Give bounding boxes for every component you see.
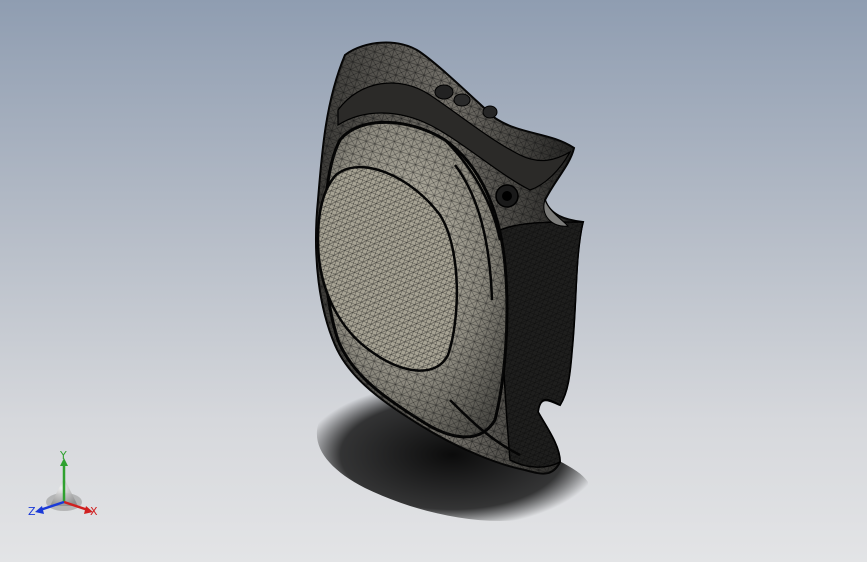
graphics-viewport[interactable]: Y X Z [0, 0, 867, 562]
model-scene[interactable] [0, 0, 867, 562]
knob-1 [434, 84, 454, 100]
orientation-triad[interactable]: Y X Z [26, 448, 106, 524]
knob-2 [453, 93, 471, 107]
x-axis-label: X [90, 505, 98, 518]
z-axis-label: Z [28, 505, 36, 518]
knob-3 [482, 105, 498, 119]
y-axis-label: Y [60, 449, 67, 462]
